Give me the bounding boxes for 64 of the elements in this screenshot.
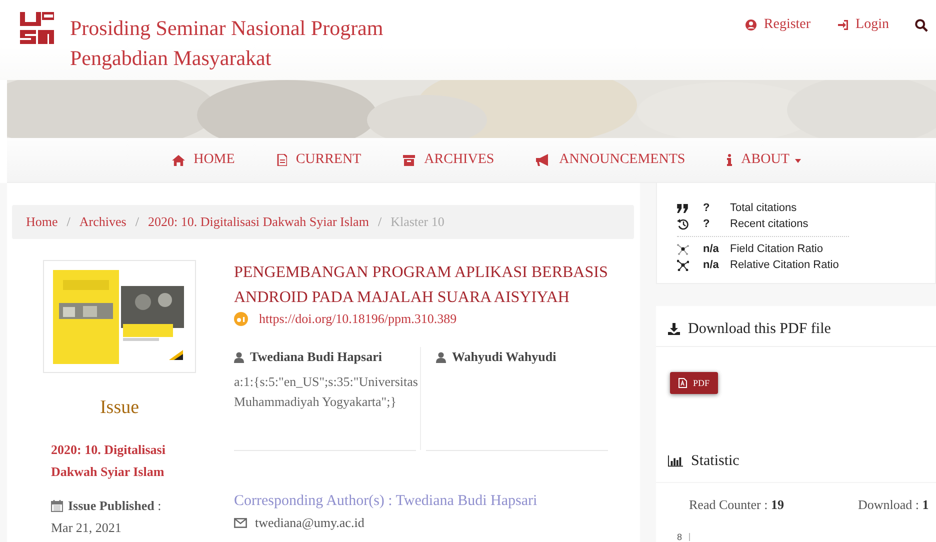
- info-icon: [727, 154, 732, 166]
- nav-link[interactable]: CURRENT: [276, 148, 362, 172]
- home-icon: [172, 154, 185, 166]
- doi-icon: [234, 312, 248, 326]
- doi-link[interactable]: https://doi.org/10.18196/ppm.310.389: [259, 311, 457, 327]
- author-affiliation: a:1:{s:5:"en_US";s:35:"Universitas Muhammadiyah Yogyakarta";}: [234, 373, 419, 411]
- breadcrumb-current: Klaster 10: [390, 214, 444, 230]
- author-name: Wahyudi Wahyudi: [452, 348, 556, 366]
- cover-card[interactable]: [43, 260, 196, 373]
- issue-published-label: Issue Published :: [68, 497, 162, 515]
- network-icon: [677, 259, 689, 271]
- citation-label: Field Citation Ratio: [730, 243, 824, 255]
- breadcrumb-separator: /: [378, 214, 382, 230]
- archive-icon: [403, 154, 416, 166]
- site-title[interactable]: Prosiding Seminar Nasional Program: [70, 13, 384, 43]
- issue-heading: Issue: [98, 397, 140, 419]
- citation-value: ?: [703, 218, 711, 230]
- login-link[interactable]: Login: [836, 17, 889, 33]
- citation-value: n/a: [703, 259, 720, 271]
- nav-link[interactable]: HOME: [172, 148, 235, 172]
- chart-axis: [689, 533, 690, 541]
- corresponding-author: Corresponding Author(s) : Twediana Budi Hapsari: [234, 493, 538, 510]
- history-icon: [677, 218, 689, 230]
- search-icon[interactable]: [915, 18, 928, 32]
- section-heading: Statistic: [691, 452, 740, 470]
- network-icon: [677, 243, 689, 255]
- citation-label: Relative Citation Ratio: [730, 259, 840, 271]
- citation-value: n/a: [703, 243, 720, 255]
- issue-link[interactable]: 2020: 10. Digitalisasi Dakwah Syiar Islam: [51, 439, 196, 483]
- sign-in-icon: [836, 19, 849, 31]
- document-icon: [276, 154, 287, 166]
- citation-label: Total citations: [730, 202, 798, 214]
- user-icon: [744, 19, 757, 31]
- publish-date: Mar 21, 2021: [51, 520, 122, 535]
- file-icon: [678, 378, 687, 388]
- download-counter: Download : 1: [858, 497, 929, 513]
- envelope-icon: [234, 518, 247, 528]
- article-title: PENGEMBANGAN PROGRAM APLIKASI BERBASIS ANDROID PADA MAJALAH SUARA AISYIYAH: [234, 263, 609, 308]
- breadcrumb-separator: /: [66, 214, 70, 230]
- breadcrumb-link[interactable]: 2020: 10. Digitalisasi Dakwah Syiar Islam: [148, 214, 369, 230]
- user-icon: [234, 352, 244, 362]
- nav-link[interactable]: ARCHIVES: [403, 148, 494, 172]
- breadcrumb-link[interactable]: Home: [26, 214, 58, 230]
- citation-value: ?: [703, 202, 711, 214]
- calendar-icon: [51, 500, 63, 512]
- download-icon: [668, 323, 680, 335]
- nav-link[interactable]: ANNOUNCEMENTS: [536, 148, 686, 172]
- quote-icon: [677, 204, 688, 212]
- user-icon: [436, 352, 446, 362]
- megaphone-icon: [536, 154, 550, 166]
- author-email: twediana@umy.ac.id: [255, 515, 364, 531]
- pdf-button[interactable]: PDF: [670, 372, 718, 394]
- citation-label: Recent citations: [730, 218, 810, 230]
- breadcrumb-separator: /: [135, 214, 139, 230]
- breadcrumb-link[interactable]: Archives: [79, 214, 126, 230]
- bar-chart-icon: [668, 455, 683, 467]
- nav-link[interactable]: ABOUT: [727, 148, 802, 172]
- author-name: Twediana Budi Hapsari: [250, 348, 382, 366]
- section-heading: Download this PDF file: [688, 320, 831, 338]
- register-link[interactable]: Register: [744, 17, 811, 33]
- site-title[interactable]: Pengabdian Masyarakat: [70, 43, 384, 73]
- logo-icon: [20, 12, 54, 44]
- axis-tick: 8: [677, 532, 682, 542]
- read-counter: Read Counter : 19: [689, 497, 784, 513]
